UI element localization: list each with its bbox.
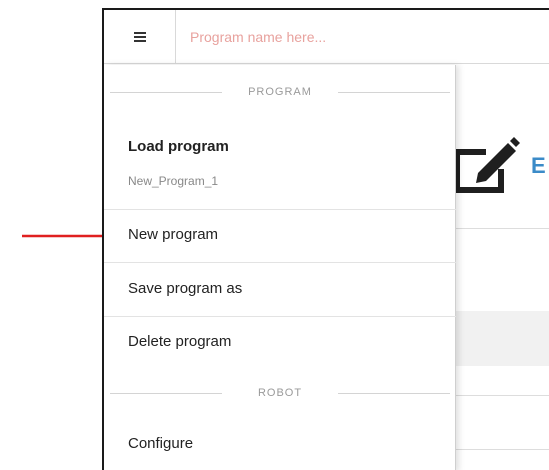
edit-pencil-icon (454, 137, 520, 193)
app-window: E PROGRAM Load program New_Program_1 New… (102, 8, 549, 470)
main-menu-dropdown: PROGRAM Load program New_Program_1 New p… (104, 65, 456, 470)
divider (454, 449, 549, 450)
hamburger-menu-icon (133, 32, 146, 42)
menu-item-label: Configure (128, 435, 194, 452)
menu-item-label: Load program (128, 138, 229, 155)
menu-item-label: Delete program (128, 333, 232, 350)
editor-title-partial: E (531, 153, 546, 178)
menu-item-configure[interactable]: Configure (104, 417, 456, 470)
section-header-robot: ROBOT (104, 383, 456, 403)
menu-item-load-program[interactable]: Load program New_Program_1 (104, 110, 456, 210)
current-program-name: New_Program_1 (128, 174, 219, 188)
section-header-label: ROBOT (249, 387, 311, 399)
top-bar (104, 10, 549, 64)
menu-item-new-program[interactable]: New program (104, 210, 456, 263)
program-name-input[interactable] (190, 24, 530, 50)
menu-item-delete-program[interactable]: Delete program (104, 317, 456, 369)
menu-item-label: Save program as (128, 280, 243, 297)
divider (454, 395, 549, 396)
menu-item-label: New program (128, 226, 219, 243)
menu-toggle-button[interactable] (104, 10, 176, 64)
divider (454, 228, 549, 229)
section-header-program: PROGRAM (104, 82, 456, 102)
menu-item-save-program-as[interactable]: Save program as (104, 263, 456, 317)
section-header-label: PROGRAM (240, 86, 320, 98)
